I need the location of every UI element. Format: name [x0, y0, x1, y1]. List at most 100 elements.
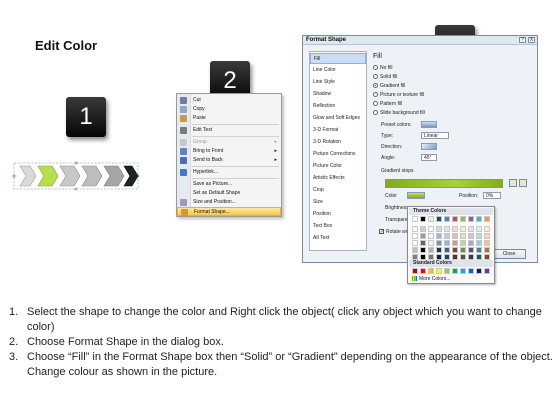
menu-item-cut[interactable]: Cut [177, 96, 281, 105]
standard-color-swatch[interactable] [476, 268, 482, 274]
theme-color-swatch[interactable] [444, 254, 450, 260]
theme-color-swatch[interactable] [476, 226, 482, 232]
angle-spinner[interactable]: 45° [421, 154, 437, 161]
radio-gradient-fill[interactable]: Gradient fill [373, 82, 405, 90]
standard-color-swatch[interactable] [452, 268, 458, 274]
nav-item-3d-rotation[interactable]: 3-D Rotation [310, 137, 366, 148]
theme-color-swatch[interactable] [412, 254, 418, 260]
theme-color-swatch[interactable] [484, 233, 490, 239]
theme-color-swatch[interactable] [412, 240, 418, 246]
menu-item-format-shape[interactable]: Format Shape... [177, 207, 281, 216]
theme-color-swatch[interactable] [420, 254, 426, 260]
menu-item-hyperlink[interactable]: Hyperlink... [177, 168, 281, 177]
standard-color-swatch[interactable] [468, 268, 474, 274]
theme-color-swatch[interactable] [468, 226, 474, 232]
theme-color-swatch[interactable] [436, 247, 442, 253]
gradient-stops-slider[interactable] [385, 179, 503, 188]
nav-item-size[interactable]: Size [310, 197, 366, 208]
menu-item-paste[interactable]: Paste [177, 114, 281, 123]
close-window-button[interactable]: X [528, 37, 535, 43]
standard-color-swatch[interactable] [436, 268, 442, 274]
menu-item-edit-text[interactable]: Edit Text [177, 126, 281, 135]
theme-color-swatch[interactable] [484, 226, 490, 232]
standard-color-swatch[interactable] [428, 268, 434, 274]
menu-item-group[interactable]: Group ▸ [177, 138, 281, 147]
standard-color-swatch[interactable] [460, 268, 466, 274]
theme-color-swatch[interactable] [460, 226, 466, 232]
theme-color-swatch[interactable] [452, 233, 458, 239]
radio-no-fill[interactable]: No fill [373, 64, 393, 72]
theme-color-swatch[interactable] [444, 240, 450, 246]
theme-color-swatch[interactable] [452, 247, 458, 253]
theme-color-swatch[interactable] [412, 226, 418, 232]
nav-item-line-style[interactable]: Line Style [310, 77, 366, 88]
theme-color-swatch[interactable] [428, 226, 434, 232]
theme-color-swatch[interactable] [428, 254, 434, 260]
standard-color-swatch[interactable] [412, 268, 418, 274]
menu-item-bring-to-front[interactable]: Bring to Front ▸ [177, 147, 281, 156]
theme-color-swatch[interactable] [460, 254, 466, 260]
color-picker-button[interactable] [407, 192, 425, 199]
nav-item-artistic-effects[interactable]: Artistic Effects [310, 173, 366, 184]
theme-color-swatch[interactable] [452, 254, 458, 260]
theme-color-swatch[interactable] [468, 216, 474, 222]
theme-color-swatch[interactable] [412, 247, 418, 253]
theme-color-swatch[interactable] [460, 240, 466, 246]
menu-item-save-as-picture[interactable]: Save as Picture... [177, 180, 281, 189]
theme-color-swatch[interactable] [444, 216, 450, 222]
theme-color-swatch[interactable] [412, 233, 418, 239]
nav-item-fill[interactable]: Fill [310, 53, 366, 64]
theme-color-swatch[interactable] [460, 216, 466, 222]
theme-color-swatch[interactable] [428, 216, 434, 222]
theme-color-swatch[interactable] [452, 240, 458, 246]
theme-color-swatch[interactable] [468, 240, 474, 246]
theme-color-swatch[interactable] [476, 247, 482, 253]
theme-color-swatch[interactable] [444, 226, 450, 232]
add-gradient-stop-button[interactable] [509, 179, 517, 187]
menu-item-size-position[interactable]: Size and Position... [177, 198, 281, 207]
menu-item-send-to-back[interactable]: Send to Back ▸ [177, 156, 281, 165]
standard-color-swatch[interactable] [444, 268, 450, 274]
type-dropdown[interactable]: Linear [421, 132, 449, 139]
theme-color-swatch[interactable] [452, 216, 458, 222]
theme-color-swatch[interactable] [428, 247, 434, 253]
theme-color-swatch[interactable] [436, 240, 442, 246]
theme-color-swatch[interactable] [420, 240, 426, 246]
theme-color-swatch[interactable] [484, 216, 490, 222]
theme-color-swatch[interactable] [476, 216, 482, 222]
theme-color-swatch[interactable] [436, 226, 442, 232]
menu-item-copy[interactable]: Copy [177, 105, 281, 114]
theme-color-swatch[interactable] [484, 247, 490, 253]
radio-pattern-fill[interactable]: Pattern fill [373, 100, 402, 108]
position-spinner[interactable]: 0% [483, 192, 501, 199]
theme-color-swatch[interactable] [444, 247, 450, 253]
nav-item-position[interactable]: Position [310, 209, 366, 220]
nav-item-glow[interactable]: Glow and Soft Edges [310, 113, 366, 124]
theme-color-swatch[interactable] [476, 240, 482, 246]
nav-item-text-box[interactable]: Text Box [310, 221, 366, 232]
nav-item-crop[interactable]: Crop [310, 185, 366, 196]
theme-color-swatch[interactable] [468, 247, 474, 253]
selected-chevron-arrow-shape[interactable] [12, 160, 142, 192]
close-button[interactable]: Close [492, 249, 526, 259]
theme-color-swatch[interactable] [460, 233, 466, 239]
theme-color-swatch[interactable] [412, 216, 418, 222]
nav-item-alt-text[interactable]: Alt Text [310, 233, 366, 244]
standard-color-swatch[interactable] [484, 268, 490, 274]
nav-item-line-color[interactable]: Line Color [310, 65, 366, 76]
nav-item-3d-format[interactable]: 3-D Format [310, 125, 366, 136]
remove-gradient-stop-button[interactable] [519, 179, 527, 187]
direction-dropdown[interactable] [421, 143, 437, 150]
nav-item-reflection[interactable]: Reflection [310, 101, 366, 112]
radio-solid-fill[interactable]: Solid fill [373, 73, 397, 81]
theme-color-swatch[interactable] [436, 254, 442, 260]
theme-color-swatch[interactable] [452, 226, 458, 232]
help-button[interactable]: ? [519, 37, 526, 43]
theme-color-swatch[interactable] [476, 233, 482, 239]
theme-color-swatch[interactable] [468, 254, 474, 260]
theme-color-swatch[interactable] [428, 240, 434, 246]
theme-color-swatch[interactable] [460, 247, 466, 253]
more-colors-link[interactable]: More Colors... [412, 276, 450, 283]
theme-color-swatch[interactable] [420, 247, 426, 253]
theme-color-swatch[interactable] [484, 240, 490, 246]
